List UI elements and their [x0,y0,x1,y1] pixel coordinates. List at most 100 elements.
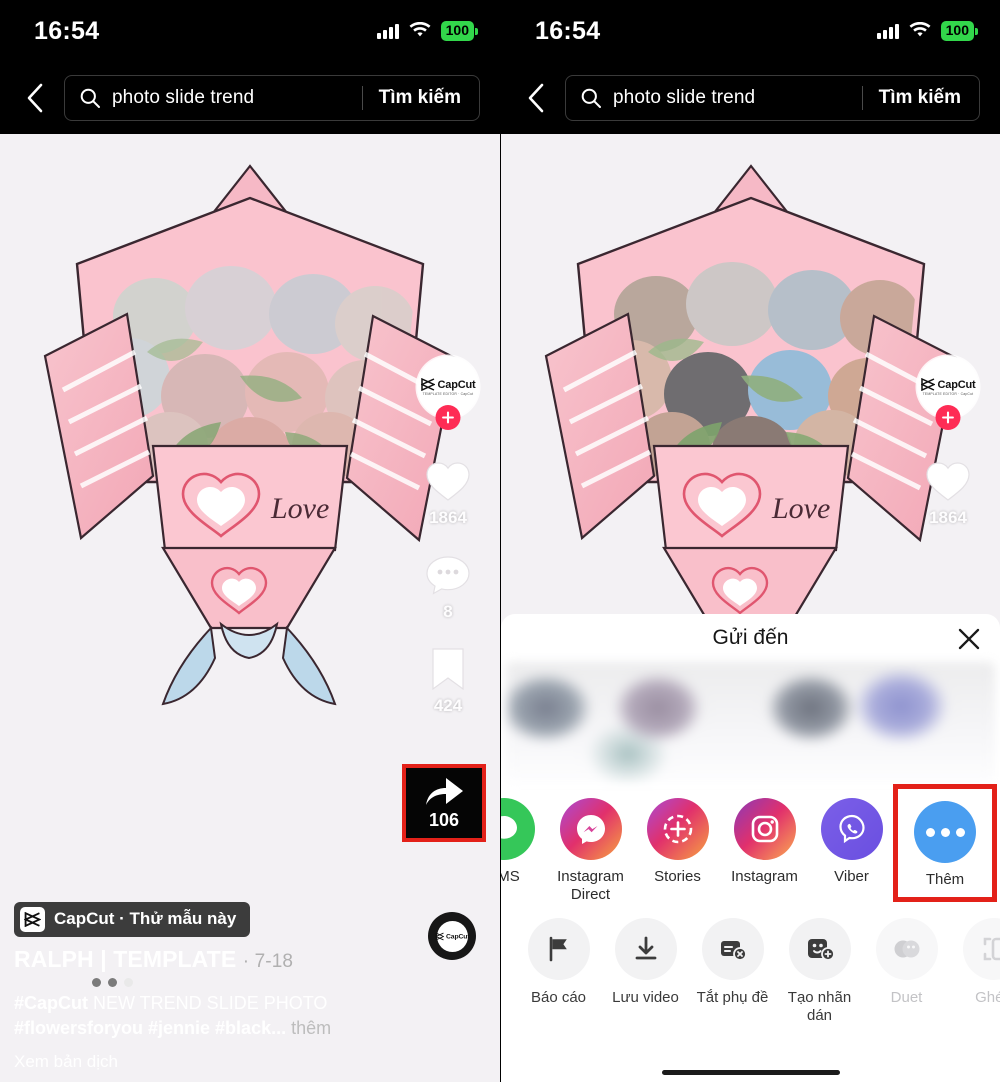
search-divider [361,86,363,110]
share-button-highlight-wrapper: 106 [396,756,488,842]
share-app-label: SMS [501,868,520,885]
sms-icon [501,798,535,860]
search-icon [79,87,101,109]
screenshot-root: 16:54 100 photo slide trend Tìm kiếm Lov… [0,0,1000,1082]
instagram-icon [733,798,796,860]
action-label: Ghép [975,989,1000,1006]
share-apps-row: SMS Instagram Direct [501,782,1000,904]
author-name: RALPH | TEMPLATE [14,945,237,972]
share-app-label: Thêm [925,871,965,888]
like-button[interactable]: 1864 [424,456,472,528]
search-query-text: photo slide trend [112,87,255,108]
status-time: 16:54 [34,16,100,45]
description-hashtags: #flowersforyou #jennie #black... [14,1018,287,1039]
capcut-logo-icon [20,906,45,932]
battery-badge: 100 [940,21,979,41]
home-indicator [501,1070,1000,1075]
action-label: Duet [890,989,923,1006]
share-count: 106 [428,810,460,830]
comment-button[interactable]: 8 [425,550,471,622]
flag-icon [527,918,590,980]
action-rail: CapCut TEMPLATE EDITOR · CapCut 1864 [912,356,984,550]
capcut-badge-label: CapCut · Thử mẫu này [54,909,237,929]
action-rail: CapCut TEMPLATE EDITOR · CapCut 1864 [412,356,484,738]
bookmark-button[interactable]: 424 [428,644,468,716]
action-label: Báo cáo [530,989,587,1006]
back-chevron-icon[interactable] [515,77,557,119]
status-bar: 16:54 100 [501,0,1000,62]
viber-icon [820,798,883,860]
share-app-instagram-direct[interactable]: Instagram Direct [547,798,634,905]
wifi-icon [408,22,432,39]
share-sheet-header: Gửi đến [501,614,1000,662]
like-button[interactable]: 1864 [924,456,972,528]
share-button[interactable]: 106 [402,764,486,842]
action-captions-off[interactable]: Tắt phụ đề [689,918,776,1025]
share-arrow-icon [426,778,463,805]
captions-off-icon [701,918,764,980]
action-stitch: Ghép [950,918,1000,1025]
battery-badge: 100 [440,21,479,41]
more-dots-icon [914,801,976,863]
cellular-signal-icon [377,22,399,40]
search-header: photo slide trend Tìm kiếm [0,62,500,134]
share-app-label: Stories [654,868,701,885]
capcut-logo-icon [920,378,935,391]
heart-icon [924,456,972,506]
share-app-stories[interactable]: Stories [634,798,721,886]
close-x-icon[interactable] [956,626,982,652]
plus-icon[interactable] [935,405,961,430]
search-submit-button[interactable]: Tìm kiếm [365,87,475,109]
action-label: Lưu video [612,989,679,1006]
action-duet: Duet [863,918,950,1025]
plus-icon[interactable] [435,405,461,430]
messenger-icon [559,798,622,860]
capcut-logo-icon [420,378,435,391]
back-chevron-icon[interactable] [14,77,56,119]
search-icon [580,87,602,109]
search-divider [861,86,863,110]
action-report[interactable]: Báo cáo [515,918,602,1025]
create-sticker-icon [788,918,851,980]
download-icon [614,918,677,980]
search-submit-button[interactable]: Tìm kiếm [865,87,975,109]
see-translation-link[interactable]: Xem bản dịch [14,1052,414,1082]
caption-overlay: CapCut · Thử mẫu này RALPH | TEMPLATE · … [0,901,500,1082]
action-create-sticker[interactable]: Tạo nhãn dán [776,918,863,1025]
share-app-instagram[interactable]: Instagram [721,798,808,886]
description-more-link[interactable]: thêm [291,1018,331,1038]
video-stage[interactable]: Love CapCut TEMPLATE EDITOR · CapCut 186… [0,134,500,1082]
bookmark-count: 424 [433,696,463,715]
status-time: 16:54 [535,16,601,45]
video-stage[interactable]: Love CapCut TEMPLATE EDITOR · CapCut 186… [501,134,1000,1082]
stitch-icon [962,918,1000,980]
heart-icon [424,456,472,506]
share-app-viber[interactable]: Viber [808,798,895,886]
svg-text:Love: Love [771,492,830,525]
share-app-label: Instagram [731,868,798,885]
avatar[interactable]: CapCut TEMPLATE EDITOR · CapCut [917,356,979,430]
capcut-template-badge[interactable]: CapCut · Thử mẫu này [14,901,251,937]
svg-text:Love: Love [270,492,329,525]
slide-dot [107,977,117,987]
left-phone-panel: 16:54 100 photo slide trend Tìm kiếm Lov… [0,0,500,1082]
contacts-strip[interactable] [506,662,995,782]
avatar-brand-sub: TEMPLATE EDITOR · CapCut [422,392,474,396]
avatar-brand-sub: TEMPLATE EDITOR · CapCut [922,392,974,396]
search-input[interactable]: photo slide trend Tìm kiếm [64,75,480,121]
like-count: 1864 [429,508,467,527]
search-input[interactable]: photo slide trend Tìm kiếm [565,75,980,121]
duet-icon [875,918,938,980]
avatar[interactable]: CapCut TEMPLATE EDITOR · CapCut [417,356,479,430]
share-app-label: Viber [834,868,869,885]
share-app-more-highlight[interactable]: Thêm [893,784,997,902]
action-save-video[interactable]: Lưu video [602,918,689,1025]
search-header: photo slide trend Tìm kiếm [501,62,1000,134]
bouquet-illustration: Love [43,164,457,706]
like-count: 1864 [929,508,967,527]
avatar-brand-name: CapCut [437,378,476,391]
video-author[interactable]: RALPH | TEMPLATE · 7-18 [14,946,414,973]
video-description[interactable]: #CapCut NEW TREND SLIDE PHOTO #flowersfo… [14,991,414,1042]
instagram-stories-icon [646,798,709,860]
share-app-sms[interactable]: SMS [501,798,547,886]
